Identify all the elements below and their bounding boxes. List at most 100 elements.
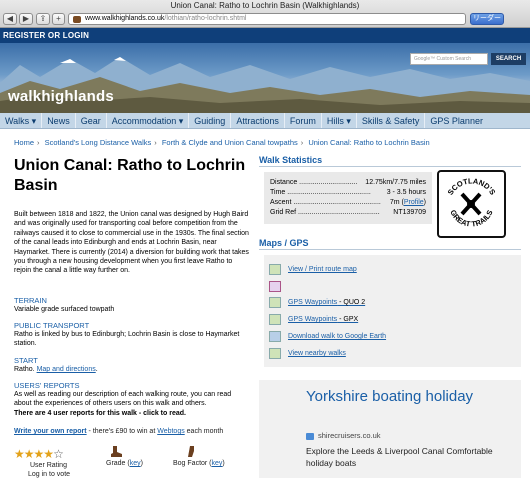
write-report-row: Write your own report - there's £90 to w… xyxy=(14,428,223,435)
scotlands-great-trails-badge[interactable]: SCOTLAND'S GREAT TRAILS xyxy=(437,170,506,238)
maps-gps-heading: Maps / GPS xyxy=(259,238,309,248)
url-path: /lothian/ratho-lochrin.shtml xyxy=(164,15,247,22)
breadcrumb-separator: › xyxy=(37,138,40,147)
transport-text: Ratho is linked by bus to Edinburgh; Loc… xyxy=(14,331,240,348)
ad-title[interactable]: Yorkshire boating holiday xyxy=(306,388,473,406)
ad-domain[interactable]: shirecruisers.co.uk xyxy=(318,431,381,440)
grade-label: Grade (key) xyxy=(106,460,143,467)
user-rating-stars[interactable]: ★★★★☆ xyxy=(14,447,64,461)
empty-star-icon[interactable]: ☆ xyxy=(53,447,64,461)
nav-item-forum[interactable]: Forum xyxy=(285,113,322,128)
route-map-icon xyxy=(269,264,281,275)
share-icon[interactable]: ⇪ xyxy=(36,13,50,25)
bog-close: ) xyxy=(222,460,225,467)
breadcrumb-current[interactable]: Union Canal: Ratho to Lochrin Basin xyxy=(308,138,429,147)
gps-gpx-row: GPS Waypoints - GPX xyxy=(288,316,358,323)
terrain-text: Variable grade surfaced towpath xyxy=(14,306,115,313)
half-star-icon[interactable]: ★ xyxy=(43,447,54,461)
grid-ref-value: NT139709 xyxy=(391,209,426,216)
maps-gps-box: View / Print route map GPS Waypoints - Q… xyxy=(264,255,521,367)
walk-statistics-box: Distance .............................. … xyxy=(264,172,432,224)
os-maps-icon[interactable] xyxy=(269,281,281,292)
address-bar[interactable]: www.walkhighlands.co.uk/lothian/ratho-lo… xyxy=(68,13,466,25)
walk-intro: Built between 1818 and 1822, the Union c… xyxy=(14,211,249,275)
gps-waypoints-icon xyxy=(269,297,281,308)
star-icon[interactable]: ★ xyxy=(34,447,45,461)
view-print-map-link[interactable]: View / Print route map xyxy=(288,266,357,273)
nearby-walks-icon xyxy=(269,348,281,359)
nav-item-hills[interactable]: Hills ▾ xyxy=(322,113,357,128)
window-title: Union Canal: Ratho to Lochrin Basin (Wal… xyxy=(170,1,360,10)
search-input[interactable]: Google™ Custom Search xyxy=(410,53,488,65)
ad-info-icon xyxy=(306,433,314,440)
distance-value: 12.75km/7.75 miles xyxy=(363,179,426,186)
main-nav: Walks ▾ News Gear Accommodation ▾ Guidin… xyxy=(0,113,530,129)
gps-gpx-suffix: - GPX xyxy=(337,316,359,323)
write-report-link[interactable]: Write your own report xyxy=(14,428,87,435)
reports-count-link[interactable]: There are 4 user reports for this walk -… xyxy=(14,409,249,418)
webtogs-link[interactable]: Webtogs xyxy=(157,428,185,435)
divider xyxy=(259,249,521,250)
nearby-walks-link[interactable]: View nearby walks xyxy=(288,350,346,357)
nav-item-gear[interactable]: Gear xyxy=(76,113,107,128)
forward-icon[interactable]: ▶ xyxy=(19,13,33,25)
grade-key-link[interactable]: key xyxy=(130,460,141,467)
gps-waypoints-gpx-link[interactable]: GPS Waypoints xyxy=(288,316,337,323)
gpx-icon xyxy=(269,314,281,325)
add-tab-button[interactable]: + xyxy=(52,13,65,25)
site-logo[interactable]: walkhighlands xyxy=(8,88,114,105)
breadcrumb: Home › Scotland's Long Distance Walks › Fo… xyxy=(14,138,430,147)
breadcrumb-canal-towpaths[interactable]: Forth & Clyde and Union Canal towpaths xyxy=(162,138,298,147)
login-to-vote-link[interactable]: Log in to vote xyxy=(28,471,70,478)
ad-text: Explore the Leeds & Liverpool Canal Comf… xyxy=(306,446,493,468)
svg-text:GREAT TRAILS: GREAT TRAILS xyxy=(448,208,494,228)
nav-item-news[interactable]: News xyxy=(42,113,76,128)
start-heading: START xyxy=(14,356,38,365)
badge-bottom-text: GREAT TRAILS xyxy=(448,208,494,228)
nav-item-walks[interactable]: Walks ▾ xyxy=(0,113,43,128)
google-earth-icon xyxy=(269,331,281,342)
gps-waypoints-quo-link[interactable]: GPS Waypoints xyxy=(288,299,337,306)
register-login-link[interactable]: REGISTER OR LOGIN xyxy=(3,31,89,40)
browser-chrome: Union Canal: Ratho to Lochrin Basin (Wal… xyxy=(0,0,530,28)
site-top-bar: REGISTER OR LOGIN xyxy=(0,28,530,43)
grade-text: Grade ( xyxy=(106,460,130,467)
site-banner: walkhighlands Google™ Custom Search SEAR… xyxy=(0,43,530,113)
reader-button[interactable]: リーダー xyxy=(470,13,504,25)
bog-key-link[interactable]: key xyxy=(212,460,223,467)
nav-item-gps-planner[interactable]: GPS Planner xyxy=(425,113,488,128)
breadcrumb-long-distance[interactable]: Scotland's Long Distance Walks xyxy=(45,138,152,147)
grade-close: ) xyxy=(140,460,143,467)
breadcrumb-home[interactable]: Home xyxy=(14,138,34,147)
breadcrumb-separator: › xyxy=(154,138,157,147)
advertisement[interactable]: Yorkshire boating holiday shirecruisers.… xyxy=(259,380,521,478)
url-host: www.walkhighlands.co.uk xyxy=(85,15,165,22)
nav-item-skills-safety[interactable]: Skills & Safety xyxy=(357,113,426,128)
start-location: Ratho. xyxy=(14,366,35,373)
nav-item-accommodation[interactable]: Accommodation ▾ xyxy=(107,113,190,128)
search-button[interactable]: SEARCH xyxy=(491,53,526,65)
google-earth-link[interactable]: Download walk to Google Earth xyxy=(288,333,386,340)
map-directions-link[interactable]: Map and directions xyxy=(37,366,96,373)
write-report-text: - there's £90 to win at xyxy=(86,428,158,435)
nav-item-attractions[interactable]: Attractions xyxy=(231,113,285,128)
star-icon[interactable]: ★ xyxy=(24,447,35,461)
ascent-number: 7m ( xyxy=(389,199,404,206)
nav-item-guiding[interactable]: Guiding xyxy=(189,113,232,128)
ascent-label: Ascent .................................… xyxy=(270,199,381,206)
profile-link[interactable]: Profile xyxy=(404,199,424,206)
back-icon[interactable]: ◀ xyxy=(3,13,17,25)
bog-factor-icon xyxy=(188,446,194,457)
transport-heading: PUBLIC TRANSPORT xyxy=(14,321,90,330)
write-report-end: each month xyxy=(184,428,224,435)
great-trails-logo-icon: SCOTLAND'S GREAT TRAILS xyxy=(446,176,498,228)
grid-ref-label: Grid Ref ...............................… xyxy=(270,209,380,216)
bog-factor-label: Bog Factor (key) xyxy=(173,460,225,467)
reports-text: As well as reading our description of ea… xyxy=(14,391,232,408)
star-icon[interactable]: ★ xyxy=(14,447,25,461)
site-favicon-icon xyxy=(73,16,81,23)
start-period: . xyxy=(95,366,98,373)
distance-label: Distance .............................. xyxy=(270,179,358,186)
bog-text: Bog Factor ( xyxy=(173,460,212,467)
user-rating-label: User Rating xyxy=(30,462,67,469)
